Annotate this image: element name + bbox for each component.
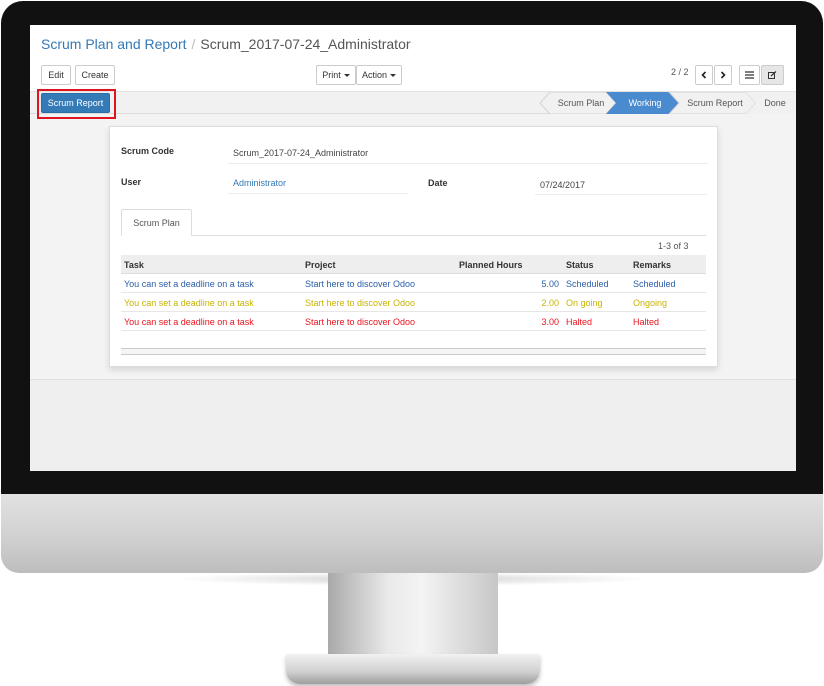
- table-footer: [121, 348, 706, 355]
- chevron-down-icon: [390, 73, 396, 77]
- table-header: Task Project Planned Hours Status Remark…: [121, 255, 706, 274]
- print-button[interactable]: Print: [316, 65, 356, 85]
- status-cell: Scheduled: [566, 278, 609, 289]
- scrum-plan-table: Task Project Planned Hours Status Remark…: [121, 255, 706, 331]
- create-button[interactable]: Create: [75, 65, 115, 85]
- task-cell: You can set a deadline on a task: [124, 278, 254, 289]
- create-button-label: Create: [81, 70, 109, 80]
- project-cell: Start here to discover Odoo: [305, 278, 416, 289]
- user-value-link[interactable]: Administrator: [233, 178, 286, 188]
- column-remarks[interactable]: Remarks: [633, 255, 671, 274]
- column-status[interactable]: Status: [566, 255, 594, 274]
- breadcrumb: Scrum Plan and Report / Scrum_2017-07-24_A…: [41, 36, 411, 52]
- form-sheet: Scrum Code Scrum_2017-07-24_Administrato…: [109, 126, 718, 367]
- task-cell: You can set a deadline on a task: [124, 297, 254, 308]
- app-screen: Scrum Plan and Report / Scrum_2017-07-24_A…: [30, 25, 796, 471]
- scrum-code-label: Scrum Code: [121, 146, 175, 156]
- table-row[interactable]: You can set a deadline on a task Start h…: [121, 312, 706, 331]
- date-label: Date: [428, 178, 448, 188]
- tabs-divider: [121, 235, 706, 236]
- status-cell: On going: [566, 297, 603, 308]
- highlight-annotation: [37, 89, 116, 119]
- stage-scrum-plan[interactable]: Scrum Plan: [550, 92, 612, 114]
- page-lower-area: [30, 379, 796, 471]
- date-underline: [535, 194, 707, 195]
- stage-scrum-report[interactable]: Scrum Report: [681, 92, 749, 114]
- edit-button[interactable]: Edit: [41, 65, 71, 85]
- user-label: User: [121, 177, 142, 187]
- breadcrumb-separator: /: [191, 36, 196, 52]
- remarks-cell: Scheduled: [633, 278, 676, 289]
- chevron-down-icon: [343, 73, 350, 77]
- project-cell: Start here to discover Odoo: [305, 297, 416, 308]
- action-button[interactable]: Action: [356, 65, 402, 85]
- scrum-code-underline: [228, 163, 708, 164]
- column-task[interactable]: Task: [124, 255, 144, 274]
- planned-hours-cell: 3.00: [541, 316, 559, 327]
- column-planned-hours[interactable]: Planned Hours: [459, 255, 523, 274]
- list-icon: [745, 71, 754, 79]
- edit-button-label: Edit: [48, 70, 64, 80]
- stage-done[interactable]: Done: [758, 92, 792, 114]
- project-cell: Start here to discover Odoo: [305, 316, 416, 327]
- action-button-label: Action: [361, 70, 387, 80]
- tab-scrum-plan[interactable]: Scrum Plan: [121, 209, 192, 236]
- pager-value: 2 / 2: [671, 67, 689, 77]
- breadcrumb-parent-link[interactable]: Scrum Plan and Report: [41, 36, 187, 52]
- table-row[interactable]: You can set a deadline on a task Start h…: [121, 293, 706, 312]
- pager-previous-button[interactable]: [695, 65, 713, 85]
- remarks-cell: Halted: [633, 316, 660, 327]
- planned-hours-cell: 5.00: [541, 278, 559, 289]
- list-view-button[interactable]: [739, 65, 760, 85]
- date-value: 07/24/2017: [540, 180, 586, 190]
- column-project[interactable]: Project: [305, 255, 336, 274]
- task-cell: You can set a deadline on a task: [124, 316, 254, 327]
- breadcrumb-current: Scrum_2017-07-24_Administrator: [200, 36, 411, 52]
- print-button-label: Print: [322, 70, 341, 80]
- record-count: 1-3 of 3: [658, 241, 689, 251]
- monitor-mockup: Scrum Plan and Report / Scrum_2017-07-24_A…: [0, 0, 824, 686]
- status-cell: Halted: [566, 316, 593, 327]
- user-underline: [228, 193, 408, 194]
- monitor-stand-base: [286, 654, 540, 684]
- chevron-left-icon: [701, 71, 707, 79]
- chevron-right-icon: [720, 71, 726, 79]
- planned-hours-cell: 2.00: [541, 297, 559, 308]
- pager-next-button[interactable]: [714, 65, 732, 85]
- monitor-chin: [1, 493, 823, 573]
- control-panel: Scrum Plan and Report / Scrum_2017-07-24_A…: [30, 25, 796, 92]
- remarks-cell: Ongoing: [633, 297, 668, 308]
- edit-form-icon: [768, 70, 777, 79]
- table-row[interactable]: You can set a deadline on a task Start h…: [121, 274, 706, 293]
- stage-working[interactable]: Working: [618, 92, 672, 114]
- scrum-code-value: Scrum_2017-07-24_Administrator: [233, 148, 369, 158]
- form-view-button[interactable]: [761, 65, 784, 85]
